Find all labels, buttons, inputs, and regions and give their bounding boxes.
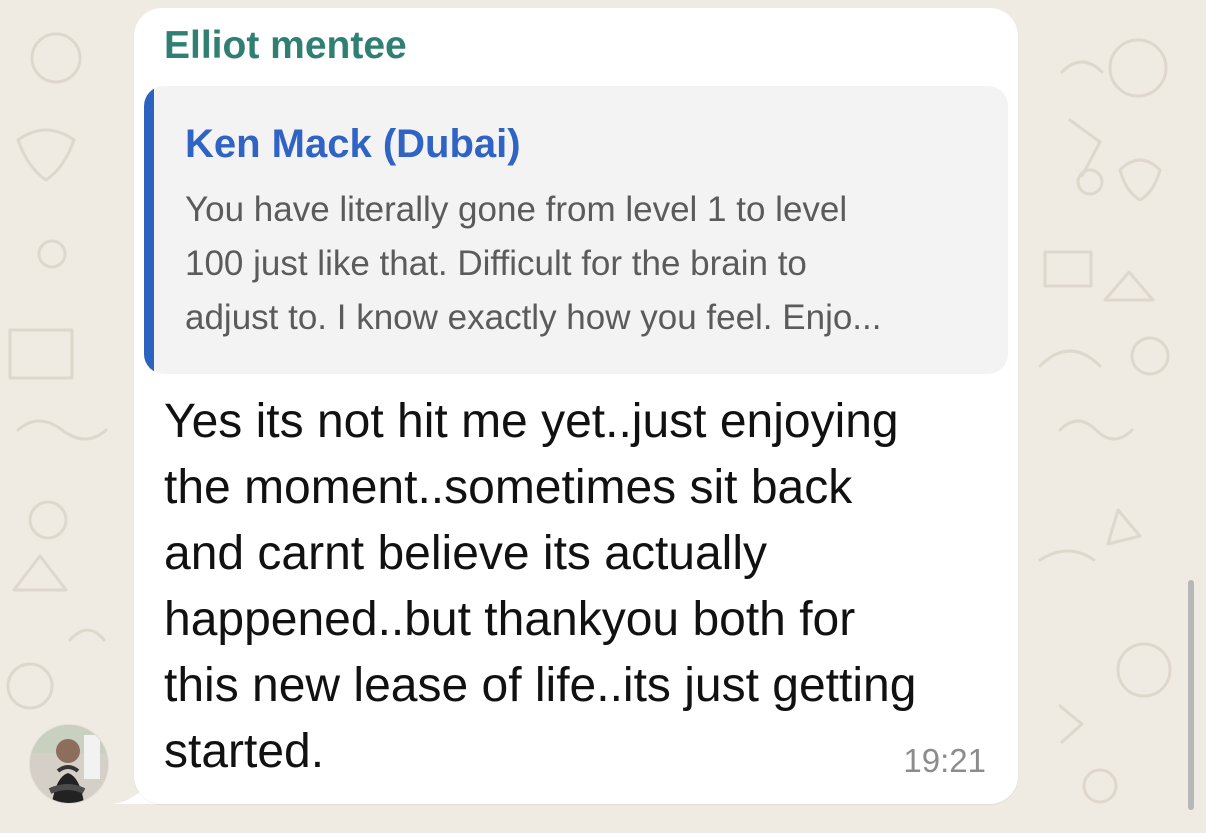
message-line: Yes its not hit me yet..just enjoying xyxy=(164,395,899,448)
message-line: the moment..sometimes sit back xyxy=(164,461,853,514)
message-line: and carnt believe its actually xyxy=(164,527,767,580)
avatar-icon xyxy=(30,725,108,803)
quoted-message[interactable]: Ken Mack (Dubai) You have literally gone… xyxy=(144,86,1008,374)
message-time: 19:21 xyxy=(903,742,986,779)
quoted-line: adjust to. I know exactly how you feel. … xyxy=(185,298,882,337)
message-bubble[interactable]: Elliot mentee Ken Mack (Dubai) You have … xyxy=(134,8,1018,804)
quoted-sender-name: Ken Mack (Dubai) xyxy=(185,122,521,166)
quoted-message-text: You have literally gone from level 1 to … xyxy=(185,183,995,345)
message-text: Yes its not hit me yet..just enjoying th… xyxy=(164,389,979,785)
message-line: happened..but thankyou both for xyxy=(164,593,856,646)
scroll-indicator[interactable] xyxy=(1188,580,1194,810)
message-line: this new lease of life..its just getting xyxy=(164,659,917,712)
quoted-message-bar xyxy=(144,86,154,374)
avatar[interactable] xyxy=(30,725,108,803)
quoted-line: You have literally gone from level 1 to … xyxy=(185,190,848,229)
quoted-line: 100 just like that. Difficult for the br… xyxy=(185,244,807,283)
sender-name: Elliot mentee xyxy=(164,24,407,67)
message-line: started. xyxy=(164,725,325,778)
